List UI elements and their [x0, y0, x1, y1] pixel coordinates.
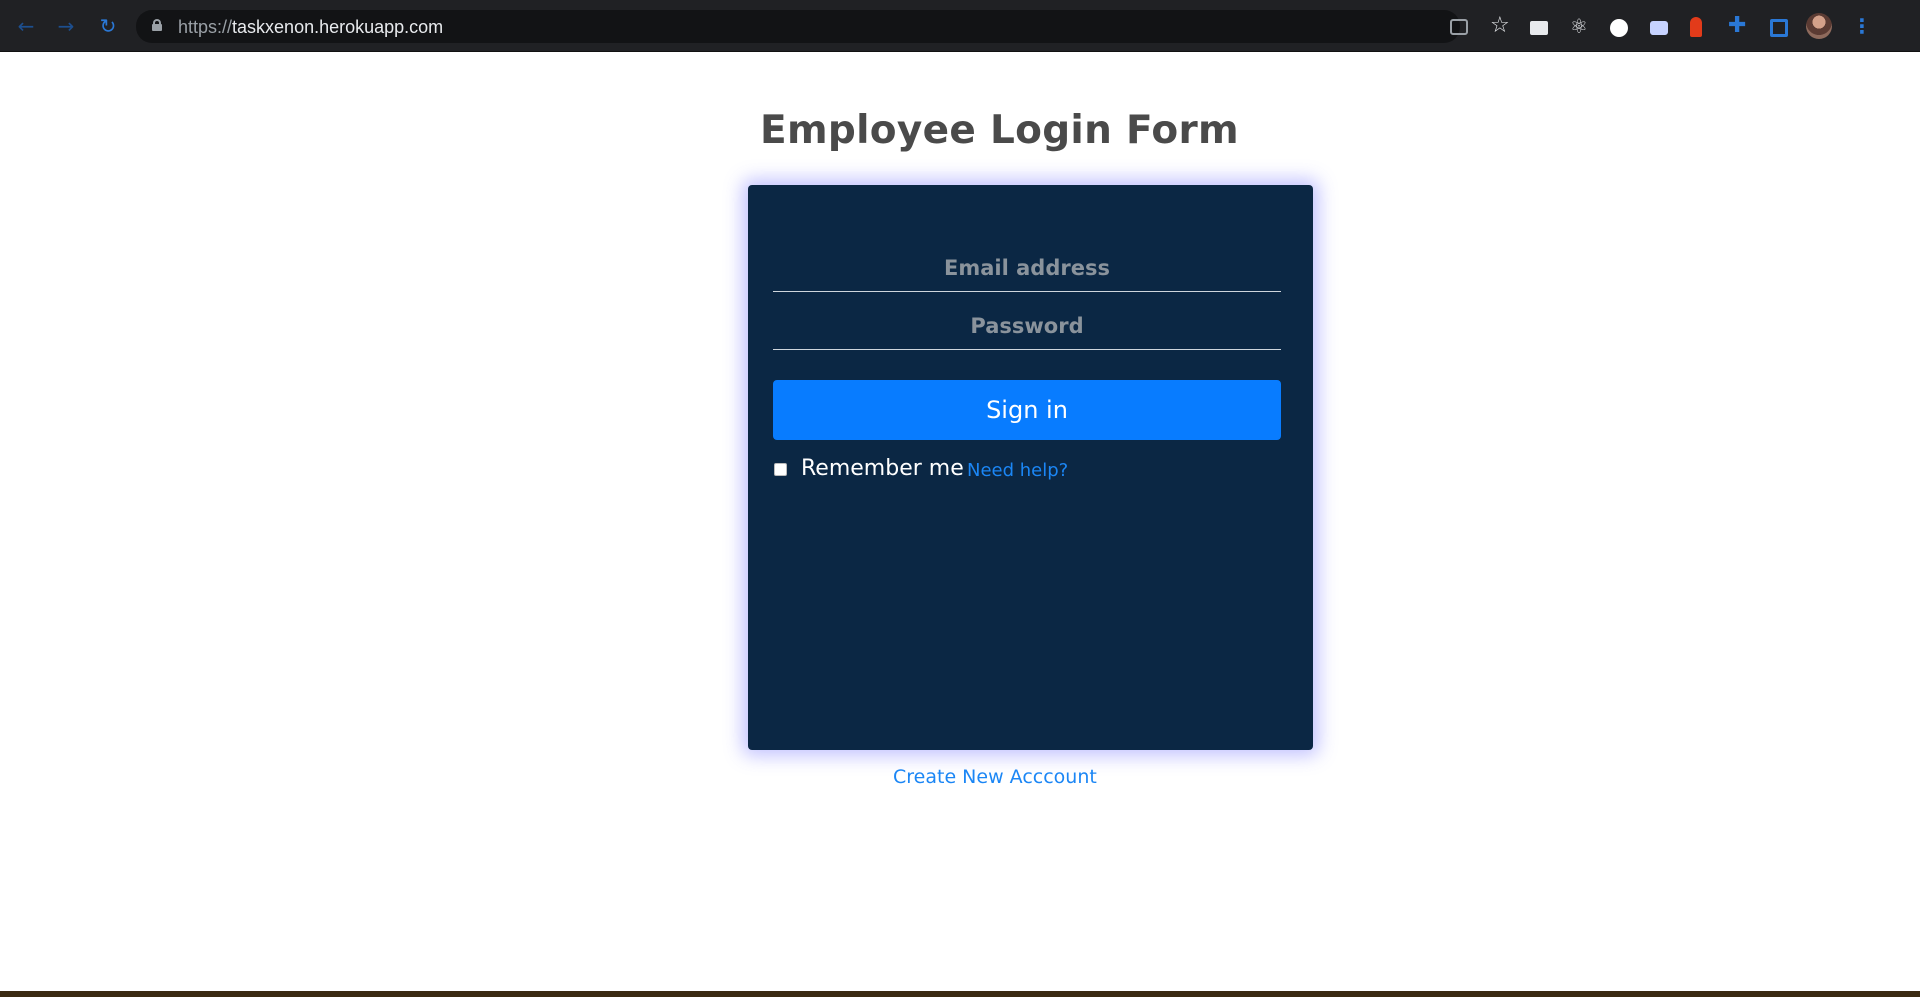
reload-icon[interactable]: ↻ [96, 14, 120, 38]
create-account-link[interactable]: Create New Acccount [893, 766, 1097, 788]
extension-toolbar: ☆ ⚛ ✚ ⋮ [1450, 0, 1920, 52]
taskbar-edge [0, 991, 1920, 997]
login-card: Sign in Remember me Need help? [748, 185, 1313, 750]
url-text[interactable]: https://taskxenon.herokuapp.com [178, 17, 443, 38]
password-field[interactable] [773, 302, 1281, 350]
extensions-puzzle-icon[interactable]: ✚ [1728, 15, 1750, 37]
remember-me-label[interactable]: Remember me [801, 456, 964, 481]
email-field[interactable] [773, 244, 1281, 292]
lock-icon[interactable] [152, 19, 162, 31]
need-help-link[interactable]: Need help? [967, 460, 1068, 481]
page-title: Employee Login Form [760, 108, 1239, 153]
extension-card-icon[interactable] [1530, 21, 1548, 35]
bookmark-star-icon[interactable]: ☆ [1490, 15, 1512, 37]
sign-in-button[interactable]: Sign in [773, 380, 1281, 440]
forward-arrow-icon[interactable]: → [54, 14, 78, 38]
react-devtools-icon[interactable]: ⚛ [1570, 15, 1592, 37]
extension-circle-icon[interactable] [1610, 19, 1628, 37]
camera-extension-icon[interactable] [1650, 21, 1668, 35]
kebab-menu-icon[interactable]: ⋮ [1852, 15, 1874, 37]
remember-me-checkbox[interactable] [774, 463, 787, 476]
back-arrow-icon[interactable]: ← [14, 14, 38, 38]
extension-flame-icon[interactable] [1690, 17, 1702, 37]
browser-toolbar: ← → ↻ https://taskxenon.herokuapp.com ☆ … [0, 0, 1920, 52]
side-panel-icon[interactable] [1770, 19, 1788, 37]
share-icon[interactable] [1450, 19, 1468, 35]
address-bar[interactable]: https://taskxenon.herokuapp.com [136, 10, 1460, 43]
profile-avatar[interactable] [1806, 13, 1832, 39]
